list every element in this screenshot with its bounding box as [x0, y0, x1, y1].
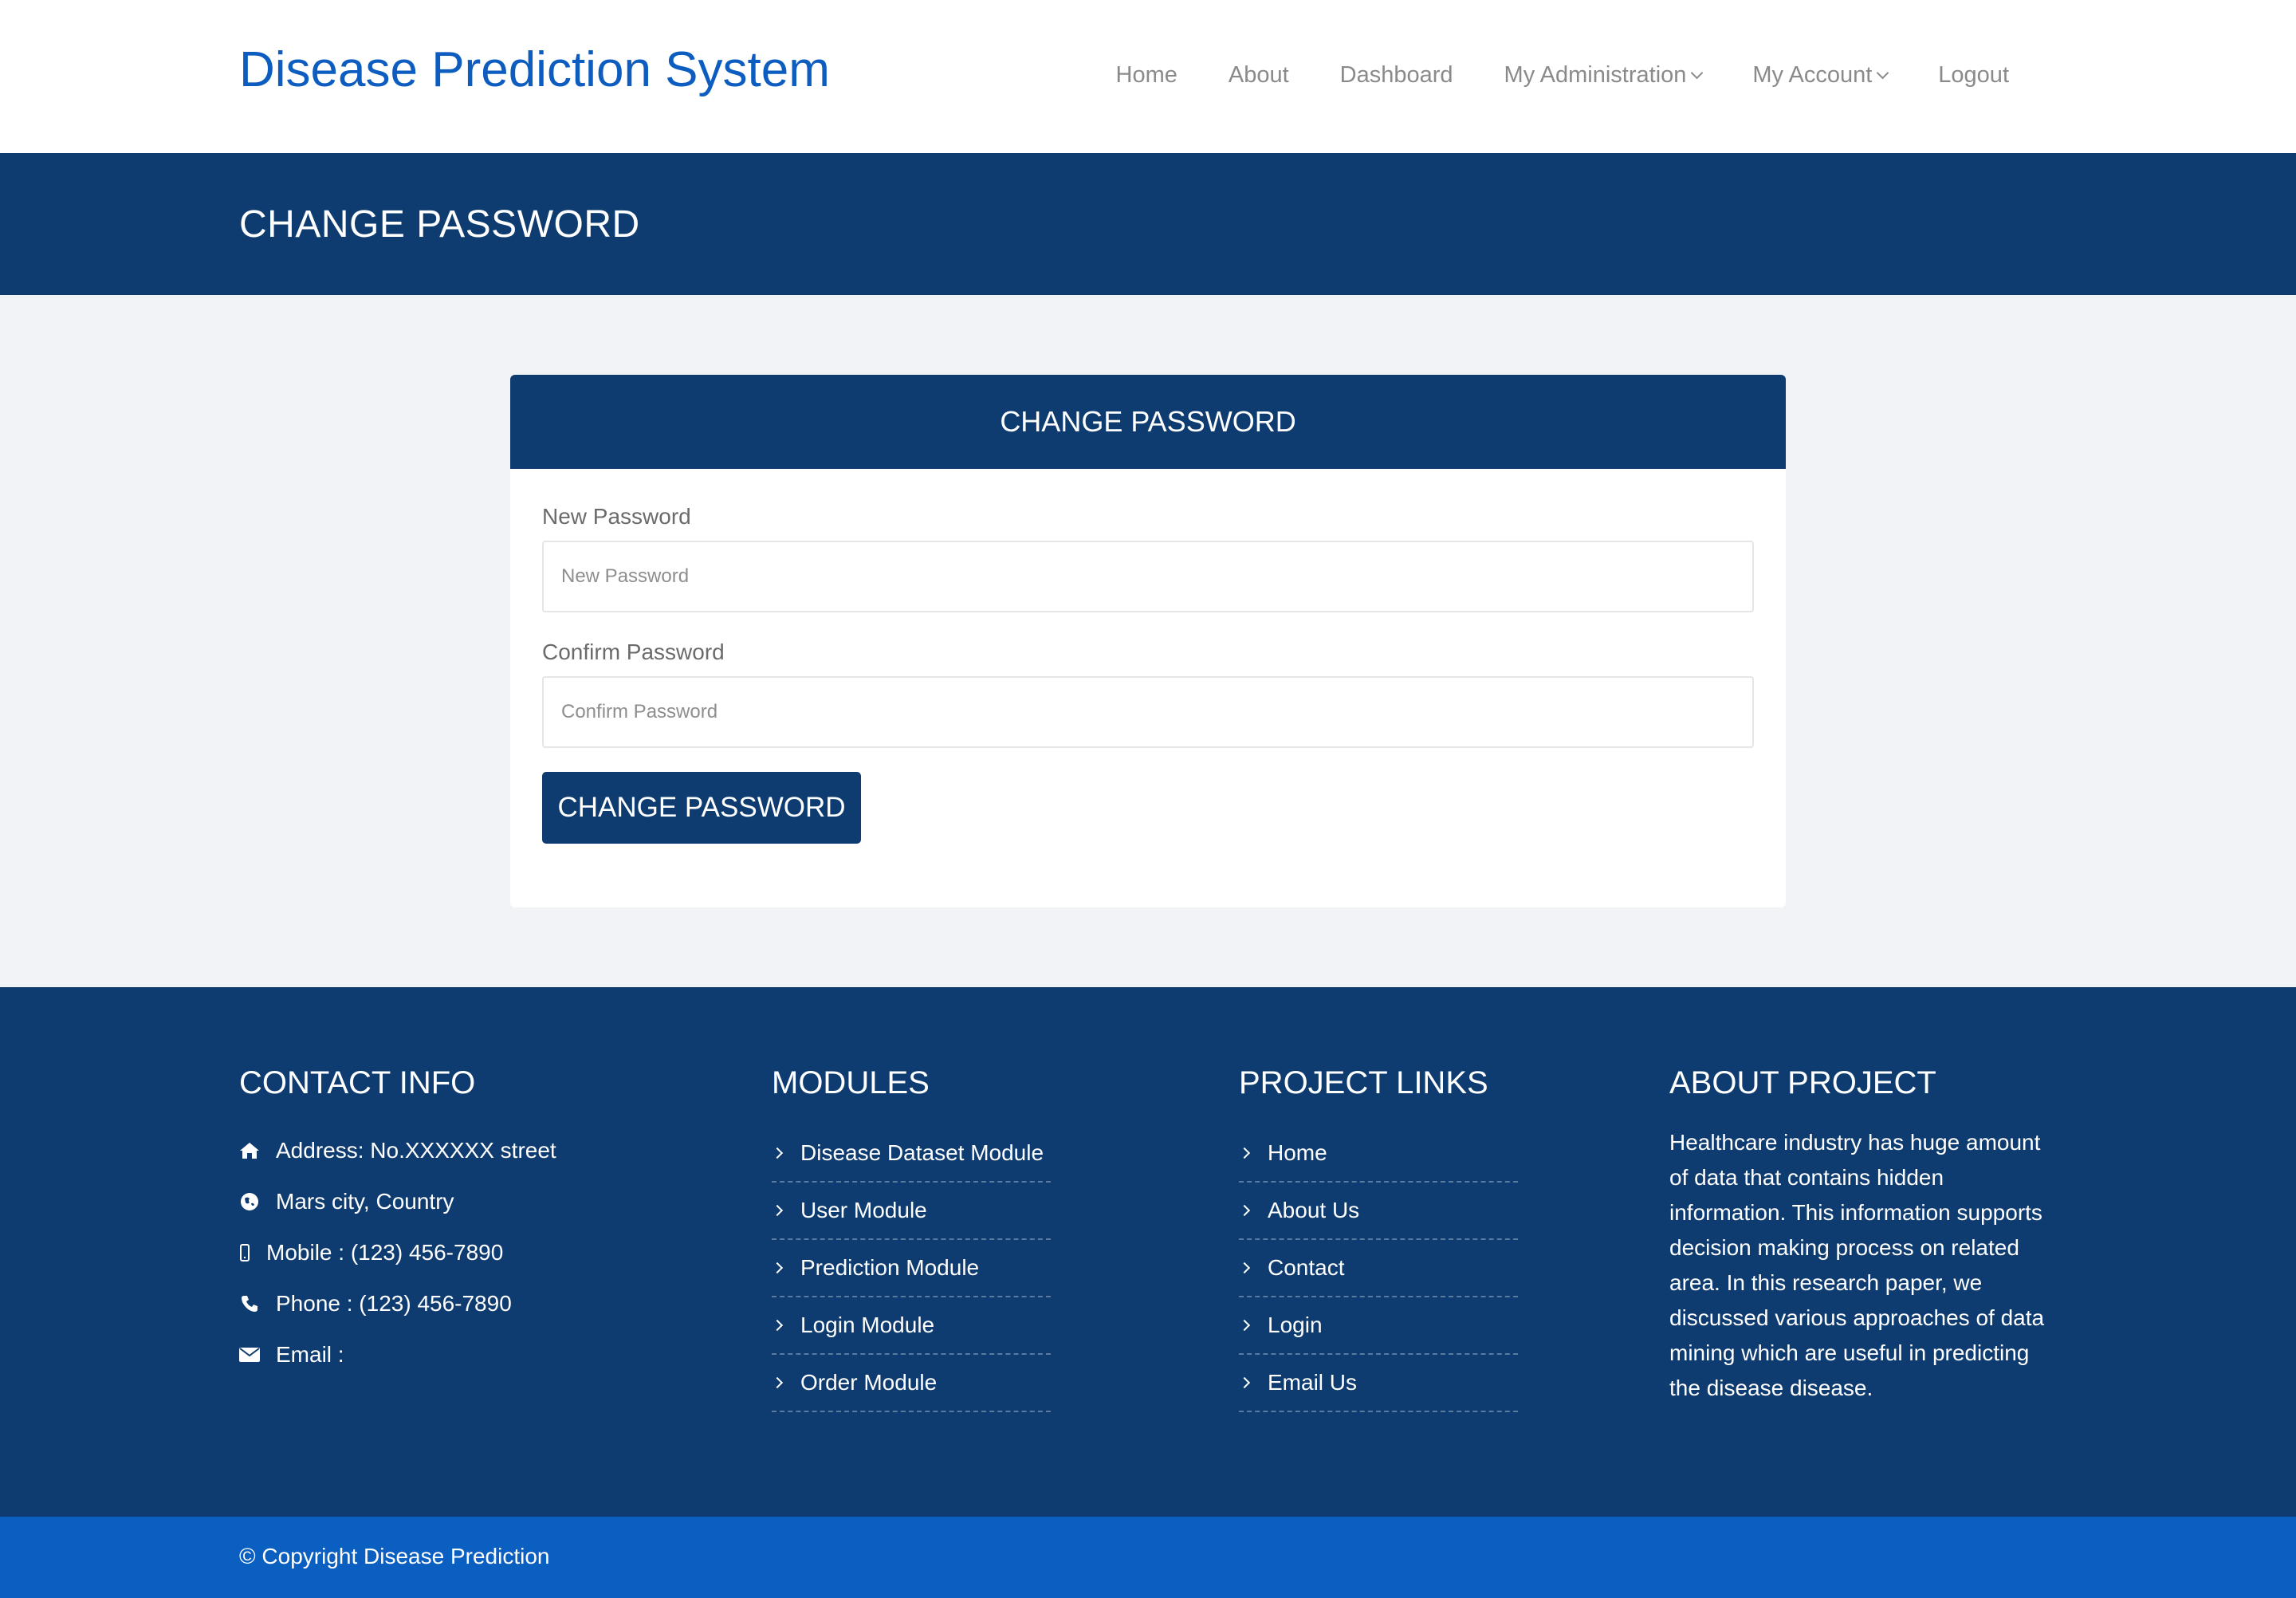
nav-my-administration-label: My Administration: [1504, 62, 1687, 88]
nav-my-account[interactable]: My Account: [1752, 62, 1889, 89]
module-link[interactable]: Order Module: [771, 1355, 1051, 1412]
project-link-label: Login: [1268, 1313, 1323, 1337]
nav-dashboard-label: Dashboard: [1339, 62, 1453, 88]
copyright-bar: © Copyright Disease Prediction: [0, 1517, 2296, 1598]
about-project-text: Healthcare industry has huge amount of d…: [1669, 1130, 2045, 1400]
chevron-right-icon: [1238, 1319, 1251, 1332]
module-link-label: Login Module: [800, 1313, 935, 1337]
project-link[interactable]: About Us: [1238, 1183, 1518, 1240]
contact-info-heading: CONTACT INFO: [239, 1065, 476, 1100]
project-link-label: Email Us: [1268, 1370, 1358, 1395]
confirm-password-label: Confirm Password: [542, 640, 725, 664]
module-link[interactable]: Prediction Module: [771, 1240, 1051, 1297]
card-title: CHANGE PASSWORD: [1000, 405, 1296, 438]
module-link-label: Prediction Module: [800, 1255, 980, 1280]
chevron-down-icon: [1691, 66, 1704, 80]
home-icon: [239, 1140, 260, 1161]
nav-logout[interactable]: Logout: [1938, 62, 2009, 89]
contact-city-text: Mars city, Country: [276, 1189, 454, 1214]
page-title: CHANGE PASSWORD: [239, 203, 640, 246]
contact-phone-text: Phone : (123) 456-7890: [276, 1291, 512, 1316]
envelope-icon: [239, 1344, 260, 1365]
nav-about[interactable]: About: [1229, 62, 1289, 89]
contact-mobile: Mobile : (123) 456-7890: [239, 1227, 556, 1278]
site-footer: CONTACT INFO Address: No.XXXXXX street M…: [0, 987, 2296, 1517]
contact-email: Email :: [239, 1329, 556, 1380]
contact-email-text: Email :: [276, 1342, 344, 1367]
project-link[interactable]: Login: [1238, 1297, 1518, 1355]
phone-icon: [239, 1293, 260, 1314]
globe-icon: [239, 1191, 260, 1212]
nav-my-administration[interactable]: My Administration: [1504, 62, 1704, 89]
chevron-down-icon: [1877, 66, 1889, 80]
chevron-right-icon: [1238, 1204, 1251, 1217]
change-password-button[interactable]: CHANGE PASSWORD: [542, 772, 861, 844]
chevron-right-icon: [771, 1376, 784, 1389]
module-link-label: Order Module: [800, 1370, 938, 1395]
nav-home[interactable]: Home: [1116, 62, 1177, 89]
chevron-right-icon: [771, 1204, 784, 1217]
nav-home-label: Home: [1115, 62, 1177, 88]
nav-about-label: About: [1228, 62, 1289, 88]
contact-address: Address: No.XXXXXX street: [239, 1125, 556, 1176]
chevron-right-icon: [771, 1147, 784, 1159]
module-link[interactable]: Login Module: [771, 1297, 1051, 1355]
card-header: CHANGE PASSWORD: [510, 375, 1786, 469]
top-navbar: Disease Prediction System Home About Das…: [0, 0, 2296, 153]
nav-logout-label: Logout: [1938, 62, 2009, 88]
page-banner: CHANGE PASSWORD: [0, 153, 2296, 295]
footer-contact-info: CONTACT INFO Address: No.XXXXXX street M…: [239, 1065, 556, 1380]
change-password-card: CHANGE PASSWORD New Password Confirm Pas…: [510, 375, 1786, 907]
chevron-right-icon: [1238, 1147, 1251, 1159]
mobile-icon: [239, 1242, 250, 1263]
project-link-label: Contact: [1268, 1255, 1345, 1280]
contact-address-text: Address: No.XXXXXX street: [276, 1138, 556, 1163]
module-link[interactable]: Disease Dataset Module: [771, 1125, 1051, 1183]
module-link[interactable]: User Module: [771, 1183, 1051, 1240]
about-project-heading: ABOUT PROJECT: [1669, 1065, 1936, 1100]
site-brand[interactable]: Disease Prediction System: [239, 41, 830, 98]
contact-mobile-text: Mobile : (123) 456-7890: [266, 1240, 504, 1265]
module-link-label: User Module: [800, 1198, 927, 1222]
nav-dashboard[interactable]: Dashboard: [1340, 62, 1453, 89]
contact-city: Mars city, Country: [239, 1176, 556, 1227]
confirm-password-input[interactable]: [542, 676, 1754, 748]
chevron-right-icon: [771, 1261, 784, 1274]
footer-project-links: PROJECT LINKS Home About Us Contact Logi…: [1238, 1065, 1518, 1412]
main-nav: Home About Dashboard My Administration M…: [1065, 62, 2010, 89]
contact-phone: Phone : (123) 456-7890: [239, 1278, 556, 1329]
project-links-heading: PROJECT LINKS: [1239, 1065, 1488, 1100]
modules-heading: MODULES: [772, 1065, 930, 1100]
chevron-right-icon: [1238, 1376, 1251, 1389]
nav-my-account-label: My Account: [1752, 62, 1873, 88]
new-password-label: New Password: [542, 504, 691, 529]
copyright-text: © Copyright Disease Prediction: [239, 1544, 550, 1568]
footer-modules: MODULES Disease Dataset Module User Modu…: [771, 1065, 1051, 1412]
project-link[interactable]: Email Us: [1238, 1355, 1518, 1412]
project-link[interactable]: Contact: [1238, 1240, 1518, 1297]
chevron-right-icon: [1238, 1261, 1251, 1274]
new-password-input[interactable]: [542, 541, 1754, 612]
chevron-right-icon: [771, 1319, 784, 1332]
module-link-label: Disease Dataset Module: [800, 1140, 1044, 1165]
footer-about-project: ABOUT PROJECT Healthcare industry has hu…: [1669, 1065, 2052, 1406]
project-link-label: Home: [1268, 1140, 1327, 1165]
project-link[interactable]: Home: [1238, 1125, 1518, 1183]
project-link-label: About Us: [1268, 1198, 1360, 1222]
